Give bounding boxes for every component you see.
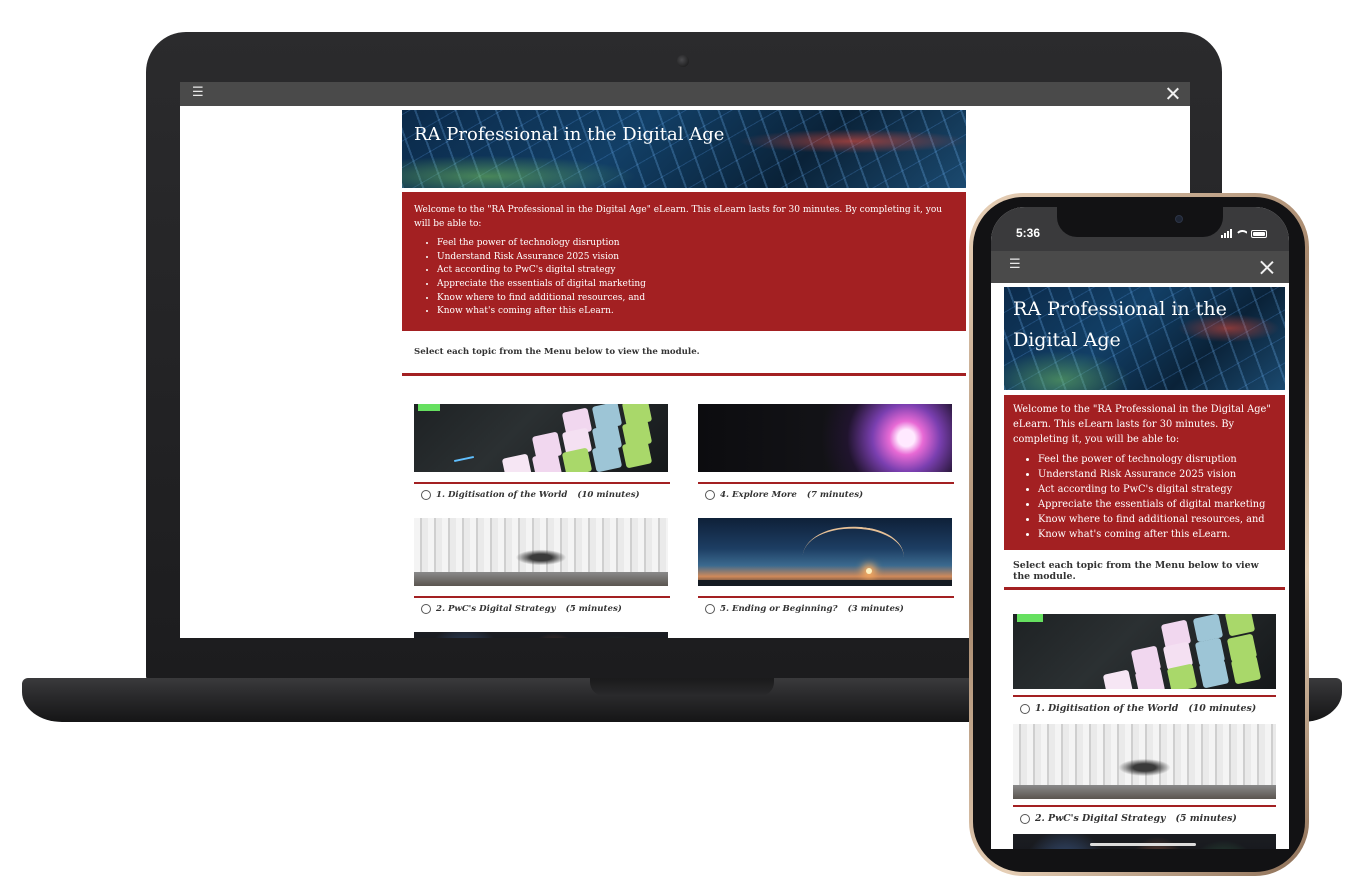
- laptop-hinge-notch: [590, 678, 774, 696]
- module-label[interactable]: 1. Digitisation of the World (10 minutes…: [1013, 703, 1276, 714]
- module-label[interactable]: 5. Ending or Beginning? (3 minutes): [698, 603, 954, 614]
- module-label[interactable]: 2. PwC's Digital Strategy (5 minutes): [1013, 813, 1276, 824]
- close-icon[interactable]: [1164, 84, 1182, 102]
- objective-item: Know what's coming after this eLearn.: [1038, 527, 1276, 542]
- card-divider: [414, 595, 670, 598]
- objective-item: Know where to find additional resources,…: [437, 292, 954, 306]
- hamburger-menu-icon[interactable]: ☰: [1009, 257, 1021, 272]
- oculus-architecture-image[interactable]: [1013, 724, 1276, 799]
- objective-item: Know what's coming after this eLearn.: [437, 305, 954, 319]
- card-divider: [414, 481, 670, 484]
- module-label[interactable]: 4. Explore More (7 minutes): [698, 489, 954, 500]
- module-title: 4. Explore More: [720, 489, 797, 500]
- module-radio-button[interactable]: [421, 603, 431, 614]
- phone-frame: 5:36 ☰ RA Professional in the Digital Ag…: [969, 193, 1309, 876]
- module-duration: (5 minutes): [565, 603, 622, 614]
- module-duration: (10 minutes): [577, 489, 640, 500]
- module-duration: (3 minutes): [847, 603, 904, 614]
- objective-item: Understand Risk Assurance 2025 vision: [1038, 467, 1276, 482]
- hero-banner: RA Professional in the Digital Age: [1004, 287, 1285, 390]
- course-content: RA Professional in the Digital Age Welco…: [1004, 287, 1285, 849]
- course-content: RA Professional in the Digital Age Welco…: [402, 110, 966, 638]
- card-divider: [698, 595, 954, 598]
- objective-item: Appreciate the essentials of digital mar…: [437, 278, 954, 292]
- module-label[interactable]: 2. PwC's Digital Strategy (5 minutes): [414, 603, 670, 614]
- objective-item: Appreciate the essentials of digital mar…: [1038, 497, 1276, 512]
- module-title: 5. Ending or Beginning?: [720, 603, 838, 614]
- module-card-4[interactable]: 4. Explore More (7 minutes): [698, 403, 954, 500]
- battery-icon: [1251, 229, 1267, 238]
- module-radio-button[interactable]: [421, 489, 431, 500]
- module-title: 2. PwC's Digital Strategy: [1035, 813, 1166, 824]
- status-time: 5:36: [1016, 226, 1041, 240]
- plasma-ball-image[interactable]: [698, 403, 952, 472]
- app-icons-image[interactable]: [414, 631, 668, 638]
- module-grid: 1. Digitisation of the World (10 minutes…: [402, 376, 966, 638]
- top-toolbar: ☰: [991, 251, 1289, 283]
- intro-panel: Welcome to the "RA Professional in the D…: [1004, 395, 1285, 550]
- objective-item: Feel the power of technology disruption: [1038, 452, 1276, 467]
- status-icons: [1221, 228, 1267, 239]
- app-icons-image[interactable]: [1013, 834, 1276, 849]
- module-card-3[interactable]: [414, 631, 670, 638]
- rocket-launch-image[interactable]: [698, 517, 952, 586]
- module-card-2[interactable]: 2. PwC's Digital Strategy (5 minutes): [1013, 724, 1276, 824]
- module-duration: (7 minutes): [806, 489, 864, 500]
- module-label[interactable]: 1. Digitisation of the World (10 minutes…: [414, 489, 670, 500]
- laptop-camera: [677, 55, 689, 67]
- module-title: 2. PwC's Digital Strategy: [436, 603, 556, 614]
- phone-screen: 5:36 ☰ RA Professional in the Digital Ag…: [991, 207, 1289, 849]
- module-card-5[interactable]: 5. Ending or Beginning? (3 minutes): [698, 517, 954, 614]
- front-camera-icon: [1175, 215, 1183, 223]
- top-toolbar: ☰: [180, 82, 1190, 106]
- select-instruction: Select each topic from the Menu below to…: [1013, 560, 1259, 582]
- hamburger-menu-icon[interactable]: ☰: [192, 85, 204, 100]
- wifi-icon: [1236, 228, 1247, 239]
- oculus-architecture-image[interactable]: [414, 517, 668, 586]
- module-card-1[interactable]: 1. Digitisation of the World (10 minutes…: [1013, 614, 1276, 714]
- module-radio-button[interactable]: [1020, 813, 1030, 824]
- module-radio-button[interactable]: [1020, 703, 1030, 714]
- card-divider: [1013, 805, 1276, 807]
- module-duration: (10 minutes): [1188, 703, 1257, 714]
- card-divider: [698, 481, 954, 484]
- select-instruction: Select each topic from the Menu below to…: [414, 346, 700, 357]
- module-title: 1. Digitisation of the World: [1035, 703, 1179, 714]
- close-icon[interactable]: [1257, 257, 1277, 277]
- module-card-3[interactable]: [1013, 834, 1276, 849]
- objectives-list: Feel the power of technology disruption …: [414, 237, 954, 319]
- objective-item: Know where to find additional resources,…: [1038, 512, 1276, 527]
- hero-banner: RA Professional in the Digital Age: [402, 110, 966, 188]
- launchpad-controller-image[interactable]: [1013, 614, 1276, 689]
- cellular-signal-icon: [1221, 229, 1232, 238]
- objective-item: Understand Risk Assurance 2025 vision: [437, 251, 954, 265]
- intro-text: Welcome to the "RA Professional in the D…: [414, 205, 943, 229]
- module-title: 1. Digitisation of the World: [436, 489, 568, 500]
- course-title: RA Professional in the Digital Age: [414, 124, 725, 145]
- card-divider: [1013, 695, 1276, 697]
- launchpad-controller-image[interactable]: [414, 403, 668, 472]
- intro-panel: Welcome to the "RA Professional in the D…: [402, 192, 966, 331]
- objective-item: Act according to PwC's digital strategy: [1038, 482, 1276, 497]
- objective-item: Feel the power of technology disruption: [437, 237, 954, 251]
- course-title: RA Professional in the Digital Age: [1013, 298, 1227, 351]
- module-duration: (5 minutes): [1175, 813, 1237, 824]
- module-card-1[interactable]: 1. Digitisation of the World (10 minutes…: [414, 403, 670, 500]
- module-radio-button[interactable]: [705, 603, 715, 614]
- home-indicator[interactable]: [1090, 843, 1196, 846]
- module-radio-button[interactable]: [705, 489, 715, 500]
- objective-item: Act according to PwC's digital strategy: [437, 264, 954, 278]
- module-card-2[interactable]: 2. PwC's Digital Strategy (5 minutes): [414, 517, 670, 614]
- phone-body: 5:36 ☰ RA Professional in the Digital Ag…: [973, 197, 1305, 872]
- phone-notch: [1057, 207, 1223, 237]
- intro-text: Welcome to the "RA Professional in the D…: [1013, 404, 1271, 445]
- objectives-list: Feel the power of technology disruption …: [1013, 452, 1276, 542]
